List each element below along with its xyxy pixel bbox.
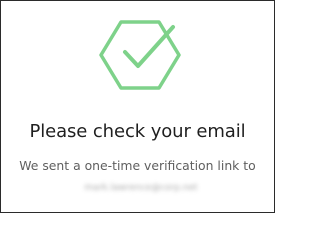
page-title: Please check your email [29,121,246,142]
verification-dialog: Please check your email We sent a one-ti… [0,0,275,213]
hexagon-check-icon [98,19,182,91]
email-address: mark.lawrence@corp.net [84,183,198,193]
verification-message: We sent a one-time verification link to [19,158,256,173]
